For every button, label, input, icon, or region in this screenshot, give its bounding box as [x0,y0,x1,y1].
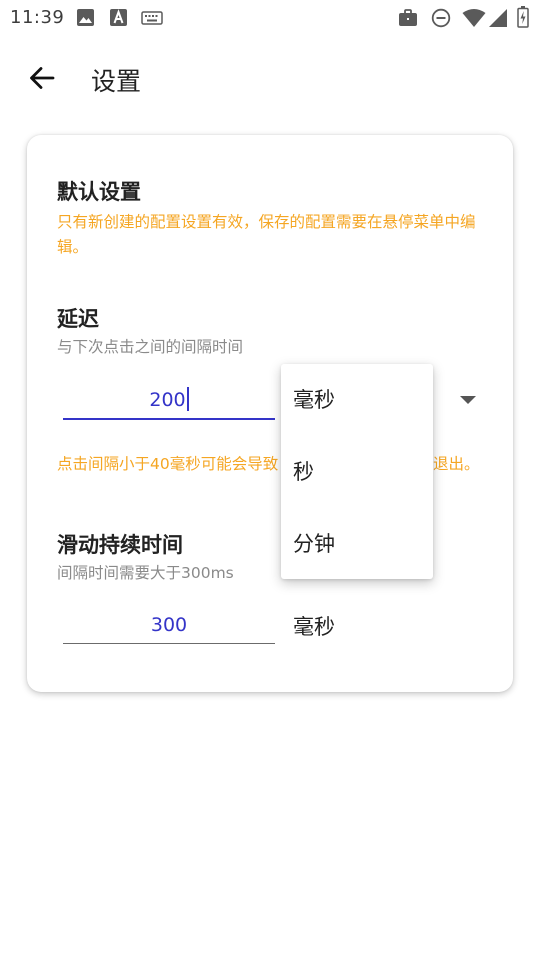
page-title: 设置 [91,67,142,96]
signal-icon [489,9,507,27]
delay-input[interactable]: 200 [63,382,275,420]
swipe-duration-title: 滑动持续时间 [57,533,183,557]
delay-hint: 与下次点击之间的间隔时间 [57,338,244,356]
status-bar: 11:39 [0,0,540,36]
text-cursor [186,386,189,411]
image-icon [77,9,94,26]
keyboard-icon [141,11,163,25]
menu-item-minutes[interactable]: 分钟 [281,508,433,580]
menu-item-seconds[interactable]: 秒 [281,436,433,508]
swipe-duration-hint: 间隔时间需要大于300ms [57,564,234,582]
wifi-icon [462,9,486,27]
delay-title: 延迟 [57,307,99,331]
unit-popup-menu: 毫秒 秒 分钟 [281,364,433,579]
delay-unit-dropdown-arrow-icon[interactable] [460,396,476,404]
swipe-duration-unit[interactable]: 毫秒 [293,611,335,641]
briefcase-icon [399,9,417,26]
menu-item-milliseconds[interactable]: 毫秒 [281,364,433,436]
battery-icon [517,6,529,28]
default-settings-warning: 只有新创建的配置设置有效，保存的配置需要在悬停菜单中编辑。 [57,213,476,256]
back-button[interactable] [22,58,62,98]
default-settings-title: 默认设置 [57,180,141,204]
arrow-back-icon [30,67,55,89]
delay-input-value: 200 [149,389,186,411]
dnd-icon [431,8,451,28]
swipe-duration-input[interactable]: 300 [63,607,275,644]
text-a-icon [110,9,127,26]
delay-warning-tail: 退出。 [433,455,480,473]
status-time: 11:39 [10,7,65,28]
